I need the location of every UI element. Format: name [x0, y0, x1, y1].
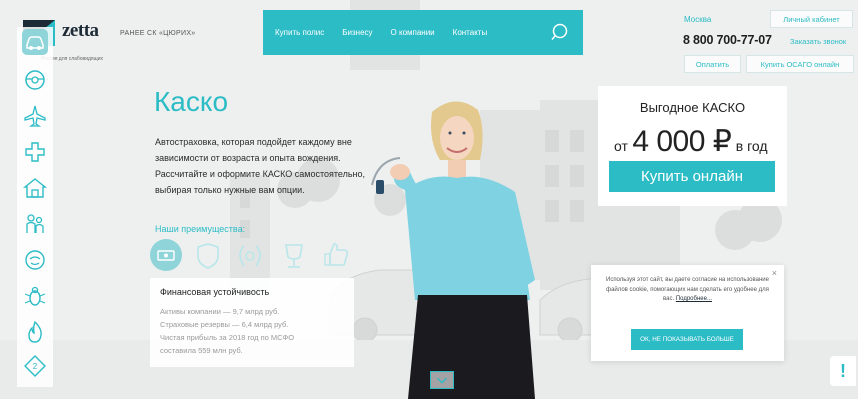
finance-reserves: Страховые резервы — 6,4 млрд руб. [160, 320, 289, 329]
price-prefix: от [614, 138, 628, 154]
svg-text:2: 2 [33, 362, 38, 371]
formerly-label: РАНЕЕ СК «ЦЮРИХ» [120, 30, 196, 37]
nav-buy-policy[interactable]: Купить полис [275, 28, 324, 37]
thumbs-up-icon[interactable] [324, 243, 349, 266]
money-stack-icon[interactable] [150, 239, 182, 271]
cookie-more-link[interactable]: Подробнее... [676, 296, 712, 302]
chevron-down-icon[interactable] [430, 371, 454, 389]
buy-osago-button[interactable]: Купить ОСАГО онлайн [746, 55, 854, 73]
finance-title: Финансовая устойчивость [160, 287, 270, 297]
medical-cross-icon[interactable] [22, 139, 48, 165]
cookie-accept-button[interactable]: ОК, НЕ ПОКАЗЫВАТЬ БОЛЬШЕ [631, 329, 743, 350]
hero-description: Автостраховка, которая подойдет каждому … [155, 137, 366, 195]
city-selector[interactable]: Москва [684, 15, 711, 24]
callback-link[interactable]: Заказать звонок [790, 37, 846, 46]
pay-button[interactable]: Оплатить [684, 55, 741, 73]
logo-text[interactable]: zetta [62, 20, 99, 42]
financial-stability-card: Финансовая устойчивость Активы компании … [150, 278, 354, 367]
cookie-notice: × Используя этот сайт, вы даете согласие… [591, 265, 784, 361]
finance-assets: Активы компании — 9,7 млрд руб. [160, 307, 280, 316]
fire-icon[interactable] [22, 319, 48, 345]
offer-title: Выгодное КАСКО [639, 100, 746, 115]
price-suffix: в год [735, 138, 768, 154]
smile-face-icon[interactable] [22, 247, 48, 273]
car-icon[interactable] [22, 29, 48, 55]
laurel-icon[interactable] [239, 245, 261, 267]
finance-profit-value: составила 559 млн руб. [160, 346, 243, 355]
offer-card: Выгодное КАСКО от 4 000 ₽ в год Купить о… [598, 86, 787, 206]
finance-profit-line: Чистая прибыль за 2018 год по МСФО [160, 333, 295, 342]
advantages-label: Наши преимущества: [155, 224, 246, 234]
shield-icon[interactable] [197, 243, 219, 269]
nav-about[interactable]: О компании [391, 28, 435, 37]
road-sign-icon[interactable]: 2 [22, 353, 48, 379]
bug-icon[interactable] [22, 283, 48, 309]
steering-wheel-icon[interactable] [22, 67, 48, 93]
product-sidebar: 2 [17, 27, 53, 387]
search-icon[interactable] [551, 23, 569, 41]
house-icon[interactable] [22, 175, 48, 201]
family-icon[interactable] [22, 211, 48, 237]
airplane-icon[interactable] [22, 103, 48, 129]
main-nav: Купить полис Бизнесу О компании Контакты [263, 10, 583, 55]
personal-cabinet-button[interactable]: Личный кабинет [770, 10, 853, 28]
close-icon[interactable]: × [772, 268, 777, 278]
buy-online-button[interactable]: Купить онлайн [609, 161, 775, 192]
page-title: Каско [154, 86, 229, 117]
nav-business[interactable]: Бизнесу [342, 28, 372, 37]
trophy-icon[interactable] [285, 244, 303, 268]
nav-contacts[interactable]: Контакты [453, 28, 488, 37]
site-header: zetta РАНЕЕ СК «ЦЮРИХ» Россия для слабов… [0, 0, 858, 73]
price-amount: 4 000 ₽ [632, 125, 732, 158]
cookie-text: Используя этот сайт, вы даете согласие н… [605, 276, 770, 305]
phone-number[interactable]: 8 800 700-77-07 [683, 33, 772, 47]
offer-price: от 4 000 ₽ в год [614, 124, 768, 159]
alert-button[interactable]: ! [830, 356, 856, 386]
advantages-icons [150, 239, 349, 271]
